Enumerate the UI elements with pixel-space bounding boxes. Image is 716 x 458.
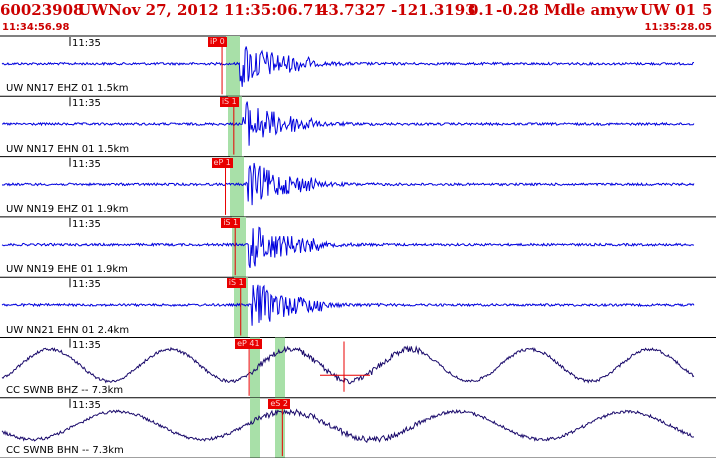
phase-pick-label[interactable]: eP 41 [235,338,262,349]
pick-window [250,397,260,458]
pick-window [226,36,240,97]
time-tick: 11:35 [72,399,101,411]
phase-pick-label[interactable]: iS 1 [226,278,246,289]
phase-pick-label[interactable]: iP 0 [208,37,227,47]
phase-pick-label[interactable]: iS 1 [221,217,241,228]
waveform-trace [1,162,695,206]
waveform-trace [1,46,695,87]
waveform-trace [1,284,695,326]
trace-label: CC SWNB BHZ -- 7.3km [6,384,124,396]
trace-label: CC SWNB BHN -- 7.3km [6,445,124,457]
time-tick: 11:35 [72,158,101,170]
waveform-trace [1,226,695,268]
seismogram-viewer: 60023908 UW Nov 27, 2012 11:35:06.71 43.… [0,0,716,458]
phase-pick-label[interactable]: iS 1 [219,97,239,108]
waveform-trace [1,408,695,444]
trace-label: UW NN19 EHZ 01 1.9km [6,203,129,215]
time-tick: 11:35 [72,38,101,49]
trace-label: UW NN21 EHN 01 2.4km [6,324,130,336]
trace-label: UW NN17 EHN 01 1.5km [6,143,130,155]
time-tick: 11:35 [72,98,101,110]
phase-pick-label[interactable]: eP 1 [211,157,233,168]
waveform-trace [2,101,695,146]
time-tick: 11:35 [72,339,101,351]
phase-pick-label[interactable]: eS 2 [268,398,290,409]
time-tick: 11:35 [72,218,101,230]
pick-window [275,337,285,398]
trace-label: UW NN17 EHZ 01 1.5km [6,83,129,95]
trace-label: UW NN19 EHE 01 1.9km [6,264,128,276]
waveform-trace [1,345,695,385]
time-tick: 11:35 [72,279,101,291]
